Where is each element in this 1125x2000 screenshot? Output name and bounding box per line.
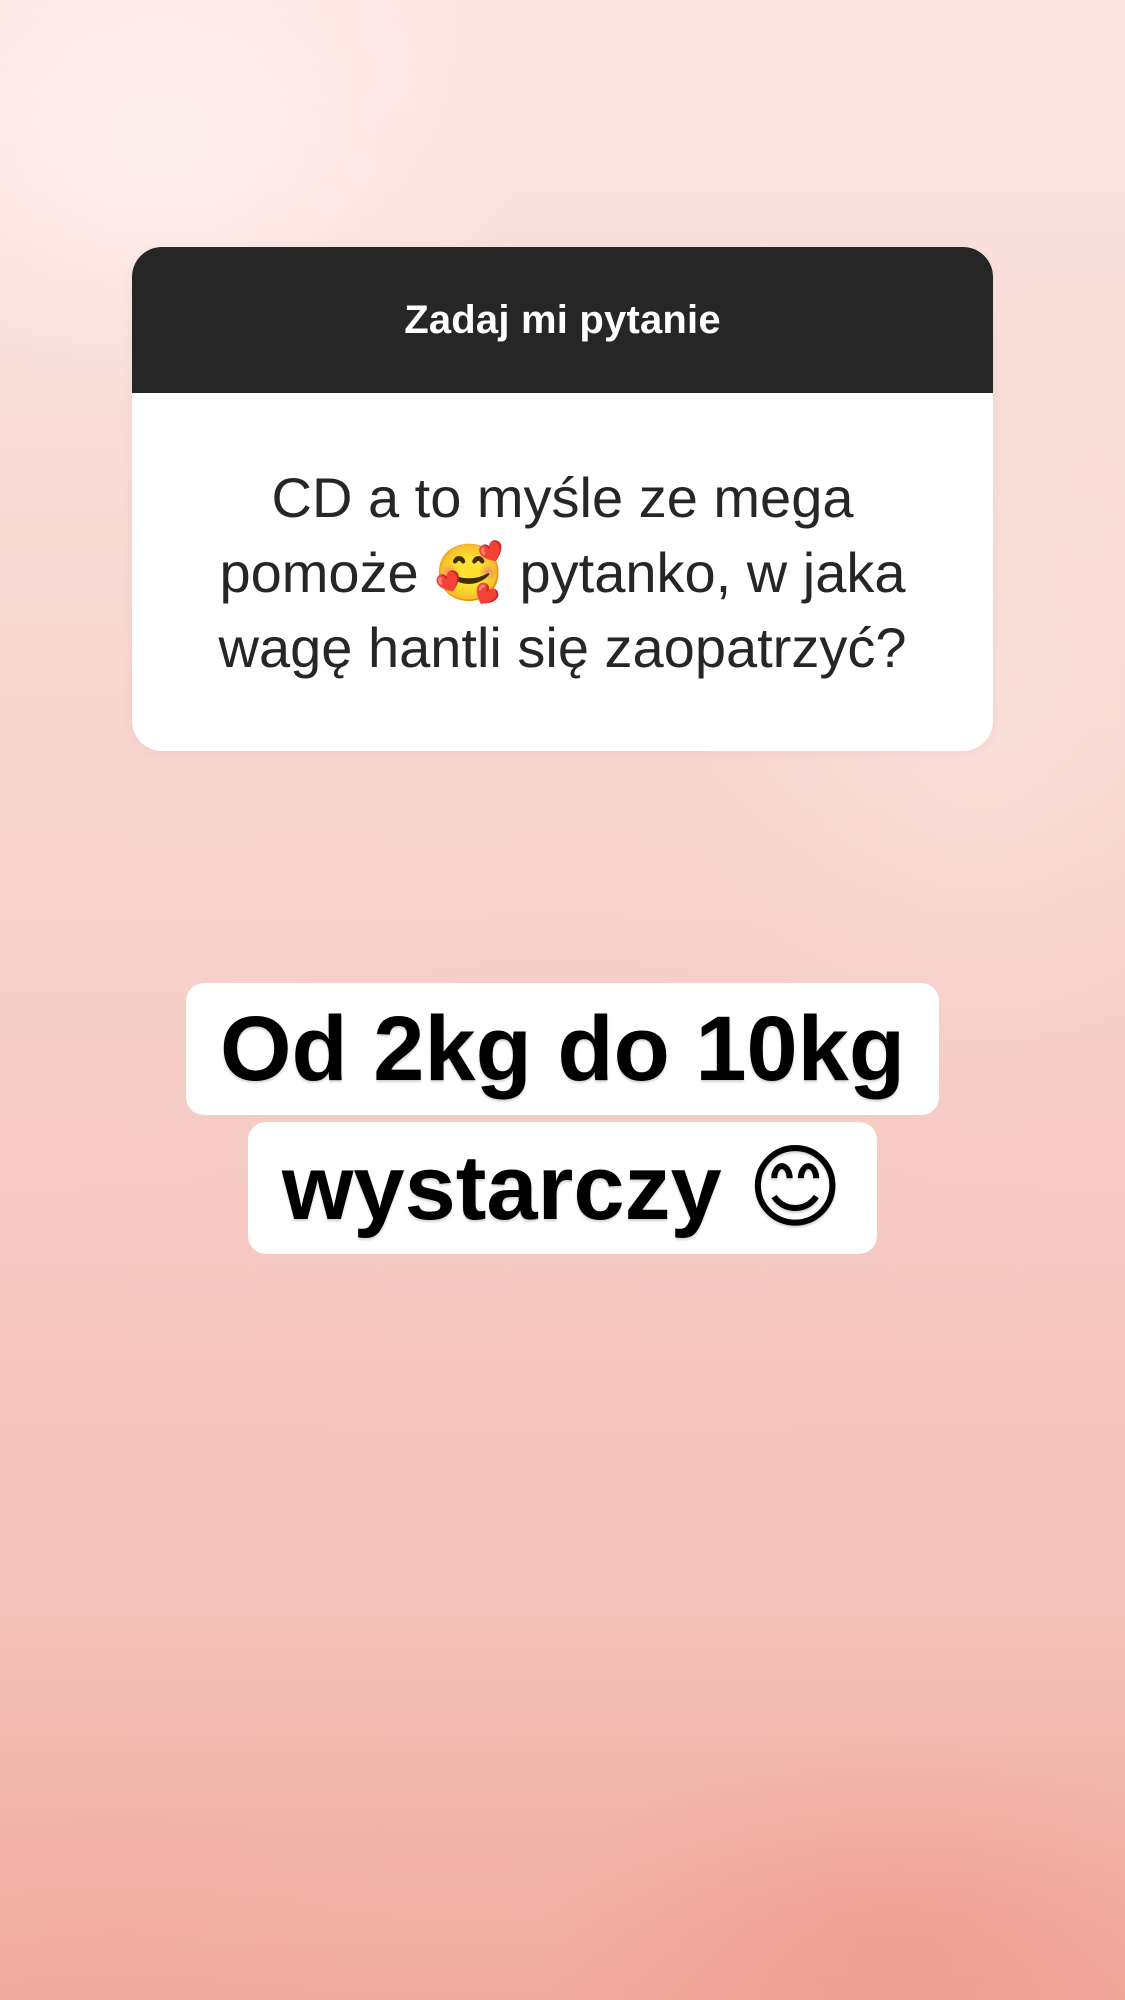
question-sticker: Zadaj mi pytanie CD a to myśle ze mega p…	[132, 247, 993, 751]
question-sticker-header: Zadaj mi pytanie	[132, 247, 993, 393]
answer-line-1: Od 2kg do 10kg	[0, 983, 1125, 1115]
question-text: CD a to myśle ze mega pomoże 🥰 pytanko, …	[218, 465, 907, 679]
question-sticker-body: CD a to myśle ze mega pomoże 🥰 pytanko, …	[132, 393, 993, 751]
answer-text-line-1: Od 2kg do 10kg	[185, 983, 940, 1115]
answer-text-line-2: wystarczy 😊	[247, 1122, 878, 1254]
answer-line-2: wystarczy 😊	[0, 1122, 1125, 1254]
question-sticker-title: Zadaj mi pytanie	[404, 297, 721, 342]
